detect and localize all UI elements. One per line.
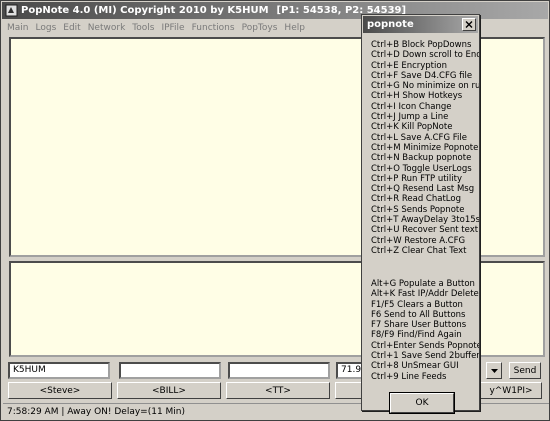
hotkey-item: Ctrl+8 UnSmear GUI: [371, 361, 459, 372]
close-button[interactable]: [462, 18, 476, 31]
hotkey-item: F8/F9 Find/Find Again: [371, 330, 462, 341]
hotkey-item: Ctrl+R Read ChatLog: [371, 194, 461, 205]
tt-button[interactable]: <TT>: [226, 382, 330, 399]
ctrl-hotkey-list: Ctrl+B Block PopDowns Ctrl+D Down scroll…: [371, 40, 479, 256]
steve-button[interactable]: <Steve>: [8, 382, 112, 399]
hotkey-item: Ctrl+1 Save Send 2buffer: [371, 351, 479, 362]
hotkey-item: Ctrl+Z Clear Chat Text: [371, 245, 467, 256]
chevron-down-icon: [490, 368, 498, 373]
hotkey-item: Ctrl+B Block PopDowns: [371, 40, 472, 50]
dialog-title: popnote: [367, 19, 414, 30]
menu-functions[interactable]: Functions: [192, 23, 235, 33]
hotkey-item: Alt+G Populate a Button: [371, 279, 475, 289]
hotkey-item: F7 Share User Buttons: [371, 320, 467, 331]
hotkey-item: Ctrl+N Backup popnote: [371, 153, 472, 164]
hotkey-item: Ctrl+T AwayDelay 3to15s: [371, 215, 479, 226]
hotkey-item: Ctrl+U Recover Sent text: [371, 225, 479, 236]
other-hotkey-list: Alt+G Populate a Button Alt+K Fast IP/Ad…: [371, 279, 479, 382]
window-title: PopNote 4.0 (MI) Copyright 2010 by K5HUM: [21, 5, 269, 16]
user-field-3[interactable]: [228, 362, 330, 379]
combo-dropdown-button[interactable]: [486, 362, 502, 379]
popnote-app-icon: [5, 4, 18, 17]
hotkey-item: Ctrl+S Sends Popnote: [371, 204, 465, 215]
hotkey-item: Ctrl+G No minimize on run: [371, 81, 479, 92]
close-icon: [465, 21, 473, 28]
menu-poptoys[interactable]: PopToys: [242, 23, 278, 33]
bill-button[interactable]: <BILL>: [117, 382, 221, 399]
menu-ipfile[interactable]: IPFile: [161, 23, 184, 33]
callsign-field[interactable]: K5HUM: [8, 362, 110, 379]
w1pi-button[interactable]: y^W1PI>: [480, 382, 542, 399]
hotkey-item: Ctrl+D Down scroll to End: [371, 50, 479, 61]
hotkey-item: Ctrl+J Jump a Line: [371, 112, 449, 123]
menu-main[interactable]: Main: [7, 23, 29, 33]
status-text: 7:58:29 AM | Away ON! Delay=(11 Min): [7, 406, 186, 417]
hotkey-item: Ctrl+K Kill PopNote: [371, 122, 453, 133]
hotkey-item: Ctrl+F Save D4.CFG file: [371, 70, 473, 81]
hotkeys-dialog: popnote Ctrl+B Block PopDowns Ctrl+D Dow…: [361, 14, 480, 414]
menu-edit[interactable]: Edit: [63, 23, 80, 33]
ip-address-combo[interactable]: 71.96: [336, 362, 364, 379]
hotkey-item: Ctrl+H Show Hotkeys: [371, 91, 463, 102]
hotkey-item: F6 Send to All Buttons: [371, 309, 466, 320]
hotkey-item: Ctrl+Enter Sends Popnote: [371, 340, 479, 351]
hotkey-item: Ctrl+L Save A.CFG File: [371, 132, 467, 143]
user-field-2[interactable]: [119, 362, 221, 379]
hotkey-item: Ctrl+W Restore A.CFG: [371, 235, 466, 246]
dialog-title-bar[interactable]: popnote: [363, 16, 478, 33]
menu-network[interactable]: Network: [88, 23, 126, 33]
hotkey-item: Ctrl+9 Line Feeds: [371, 371, 447, 382]
user-button-4[interactable]: [335, 382, 363, 399]
send-button[interactable]: Send: [509, 362, 541, 379]
hotkey-item: Ctrl+M Minimize Popnote: [371, 142, 479, 153]
menu-help[interactable]: Help: [284, 23, 305, 33]
hotkey-item: Ctrl+I Icon Change: [371, 101, 452, 112]
hotkey-item: F1/F5 Clears a Button: [371, 299, 463, 310]
ok-button[interactable]: OK: [389, 392, 455, 414]
hotkey-item: Ctrl+E Encryption: [371, 60, 447, 71]
hotkey-item: Ctrl+P Run FTP utility: [371, 173, 463, 184]
hotkey-item: Ctrl+O Toggle UserLogs: [371, 163, 472, 174]
menu-tools[interactable]: Tools: [132, 23, 154, 33]
hotkey-item: Ctrl+Q Resend Last Msg: [371, 184, 475, 195]
menu-logs[interactable]: Logs: [36, 23, 57, 33]
hotkey-item: Alt+K Fast IP/Addr Delete: [371, 289, 479, 300]
